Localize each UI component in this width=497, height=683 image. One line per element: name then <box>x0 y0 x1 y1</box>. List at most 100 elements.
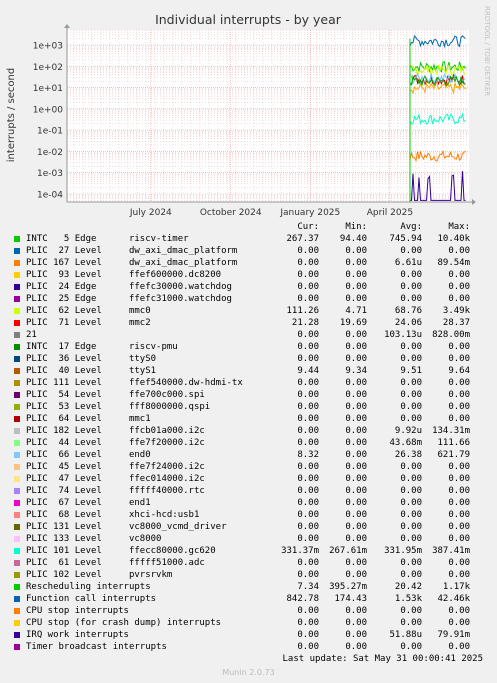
legend-row: CPU stop (for crash dump) interrupts 0.00… <box>0 617 497 629</box>
legend-label: PLIC 93 Level ffef600000.dc8200 <box>26 270 222 280</box>
legend-value-max: 42.46k <box>437 594 470 604</box>
legend-label: PLIC 44 Level ffe7f20000.i2c <box>26 438 205 448</box>
legend-row: PLIC 61 Level fffff51000.adc 0.00 0.00 0.00… <box>0 557 497 569</box>
legend-swatch <box>14 248 20 254</box>
chart-title: Individual interrupts - by year <box>155 12 342 27</box>
x-tick-label: April 2025 <box>367 208 413 218</box>
legend-label: Function call interrupts <box>26 594 157 604</box>
legend-swatch <box>14 404 20 410</box>
legend-value-max: 0.00 <box>448 282 470 292</box>
munin-version: Munin 2.0.73 <box>222 668 275 677</box>
legend-row: PLIC 101 Level ffecc80000.gc620 331.37m 26… <box>0 545 497 557</box>
legend-label: PLIC 64 Level mmc1 <box>26 414 151 424</box>
legend-label: PLIC 74 Level fffff40000.rtc <box>26 486 205 496</box>
legend-swatch <box>14 332 20 338</box>
y-tick-label: 1e-04 <box>37 191 63 201</box>
legend-value-max: 0.00 <box>448 474 470 484</box>
legend-row: PLIC 44 Level ffe7f20000.i2c 0.00 0.00 43.6… <box>0 437 497 449</box>
legend-swatch <box>14 476 20 482</box>
legend-label: PLIC 133 Level vc8000 <box>26 534 162 544</box>
legend-label: PLIC 167 Level dw_axi_dmac_platform <box>26 258 238 268</box>
legend-label: Rescheduling interrupts <box>26 582 151 592</box>
legend-swatch <box>14 560 20 566</box>
legend-label: INTC 5 Edge riscv-timer <box>26 234 189 244</box>
legend-swatch <box>14 440 20 446</box>
legend-row: CPU stop interrupts 0.00 0.00 0.00 0.00 <box>0 605 497 617</box>
legend-label: PLIC 62 Level mmc0 <box>26 306 151 316</box>
legend-value-max: 79.91m <box>437 630 470 640</box>
y-axis-arrow <box>64 24 70 28</box>
legend-value-max: 0.00 <box>448 618 470 628</box>
legend-label: Timer broadcast interrupts <box>26 642 167 652</box>
legend-label: CPU stop (for crash dump) interrupts <box>26 618 222 628</box>
legend-row: PLIC 68 Level xhci-hcd:usb1 0.00 0.00 0.00 0… <box>0 509 497 521</box>
legend-value-max: 0.00 <box>448 558 470 568</box>
legend-label: PLIC 45 Level ffe7f24000.i2c <box>26 462 205 472</box>
legend-label: PLIC 71 Level mmc2 <box>26 318 151 328</box>
legend-value-max: 0.00 <box>448 342 470 352</box>
legend-row: PLIC 25 Edge ffefc31000.watchdog 0.00 0.00… <box>0 293 497 305</box>
legend-label: PLIC 40 Level ttyS1 <box>26 366 157 376</box>
legend-value-max: 0.00 <box>448 294 470 304</box>
legend-row: PLIC 47 Level ffec014000.i2c 0.00 0.00 0.00… <box>0 473 497 485</box>
legend-row: PLIC 66 Level end0 8.32 0.00 26.38 621.79 <box>0 449 497 461</box>
legend-value-max: 0.00 <box>448 390 470 400</box>
legend-swatch <box>14 536 20 542</box>
legend-swatch <box>14 368 20 374</box>
legend-label: PLIC 111 Level ffef540000.dw-hdmi-tx <box>26 378 243 388</box>
legend-row: PLIC 167 Level dw_axi_dmac_platform 0.00 0… <box>0 257 497 269</box>
legend-label: INTC 17 Edge riscv-pmu <box>26 342 178 352</box>
legend-row: 21 0.00 0.00 103.13u 828.00m <box>0 329 497 341</box>
legend-swatch <box>14 416 20 422</box>
legend-label: PLIC 36 Level ttyS0 <box>26 354 157 364</box>
legend-value-max: 0.00 <box>448 510 470 520</box>
legend-value-max: 1.17k <box>442 582 470 592</box>
legend-value-max: 0.00 <box>448 570 470 580</box>
legend-row: PLIC 67 Level end1 0.00 0.00 0.00 0.00 <box>0 497 497 509</box>
legend-value-max: 0.00 <box>448 270 470 280</box>
legend-row: INTC 5 Edge riscv-timer 267.37 94.40 745.94… <box>0 233 497 245</box>
legend-row: PLIC 93 Level ffef600000.dc8200 0.00 0.00 0… <box>0 269 497 281</box>
legend-swatch <box>14 392 20 398</box>
legend-value-max: 0.00 <box>448 534 470 544</box>
legend-swatch <box>14 632 20 638</box>
legend-row: Function call interrupts 842.78 174.43 1.53… <box>0 593 497 605</box>
legend-row: PLIC 62 Level mmc0 111.26 4.71 68.76 3.49k <box>0 305 497 317</box>
legend-value-max: 0.00 <box>448 606 470 616</box>
legend-row: Rescheduling interrupts 7.34 395.27m 20.42 1… <box>0 581 497 593</box>
legend-row: PLIC 24 Edge ffefc30000.watchdog 0.00 0.00… <box>0 281 497 293</box>
legend-value-max: 0.00 <box>448 246 470 256</box>
legend-swatch <box>14 428 20 434</box>
x-tick-label: January 2025 <box>279 208 340 218</box>
legend-value-max: 0.00 <box>448 522 470 532</box>
legend-label: PLIC 131 Level vc8000_vcmd_driver <box>26 522 227 532</box>
legend-value-max: 3.49k <box>442 306 470 316</box>
legend-swatch <box>14 308 20 314</box>
legend-swatch <box>14 572 20 578</box>
legend-row: PLIC 182 Level ffcb01a000.i2c 0.00 0.00 9.9… <box>0 425 497 437</box>
legend-swatch <box>14 584 20 590</box>
legend-row: Timer broadcast interrupts 0.00 0.00 0.00 0.… <box>0 641 497 653</box>
legend-row: PLIC 71 Level mmc2 21.28 19.69 24.06 28.37 <box>0 317 497 329</box>
legend-row: PLIC 102 Level pvrsrvkm 0.00 0.00 0.00 0.00 <box>0 569 497 581</box>
header-max: Max: <box>448 222 470 232</box>
legend-value-max: 0.00 <box>448 642 470 652</box>
chart-area: Individual interrupts - by year RRDTOOL … <box>6 6 491 218</box>
legend-label: PLIC 61 Level fffff51000.adc <box>26 558 205 568</box>
legend-label: 21 <box>26 330 37 340</box>
legend-row: PLIC 40 Level ttyS1 9.44 9.34 9.51 9.64 <box>0 365 497 377</box>
legend-value-max: 387.41m <box>432 546 470 556</box>
legend-label: PLIC 67 Level end1 <box>26 498 151 508</box>
legend-value-max: 0.00 <box>448 378 470 388</box>
rrdtool-credit: RRDTOOL / TOBI OETIKER <box>483 6 491 96</box>
legend-row: PLIC 74 Level fffff40000.rtc 0.00 0.00 0.00… <box>0 485 497 497</box>
legend-row: PLIC 53 Level fff8000000.qspi 0.00 0.00 0.0… <box>0 401 497 413</box>
last-update: Last update: Sat May 31 00:00:41 2025 <box>282 654 483 664</box>
legend-row: PLIC 131 Level vc8000_vcmd_driver 0.00 0.0… <box>0 521 497 533</box>
legend-value-max: 0.00 <box>448 462 470 472</box>
legend-swatch <box>14 620 20 626</box>
legend-swatch <box>14 380 20 386</box>
legend-value-max: 89.54m <box>437 258 470 268</box>
legend-row: PLIC 54 Level ffe700c000.spi 0.00 0.00 0.00… <box>0 389 497 401</box>
legend-value-max: 0.00 <box>448 402 470 412</box>
